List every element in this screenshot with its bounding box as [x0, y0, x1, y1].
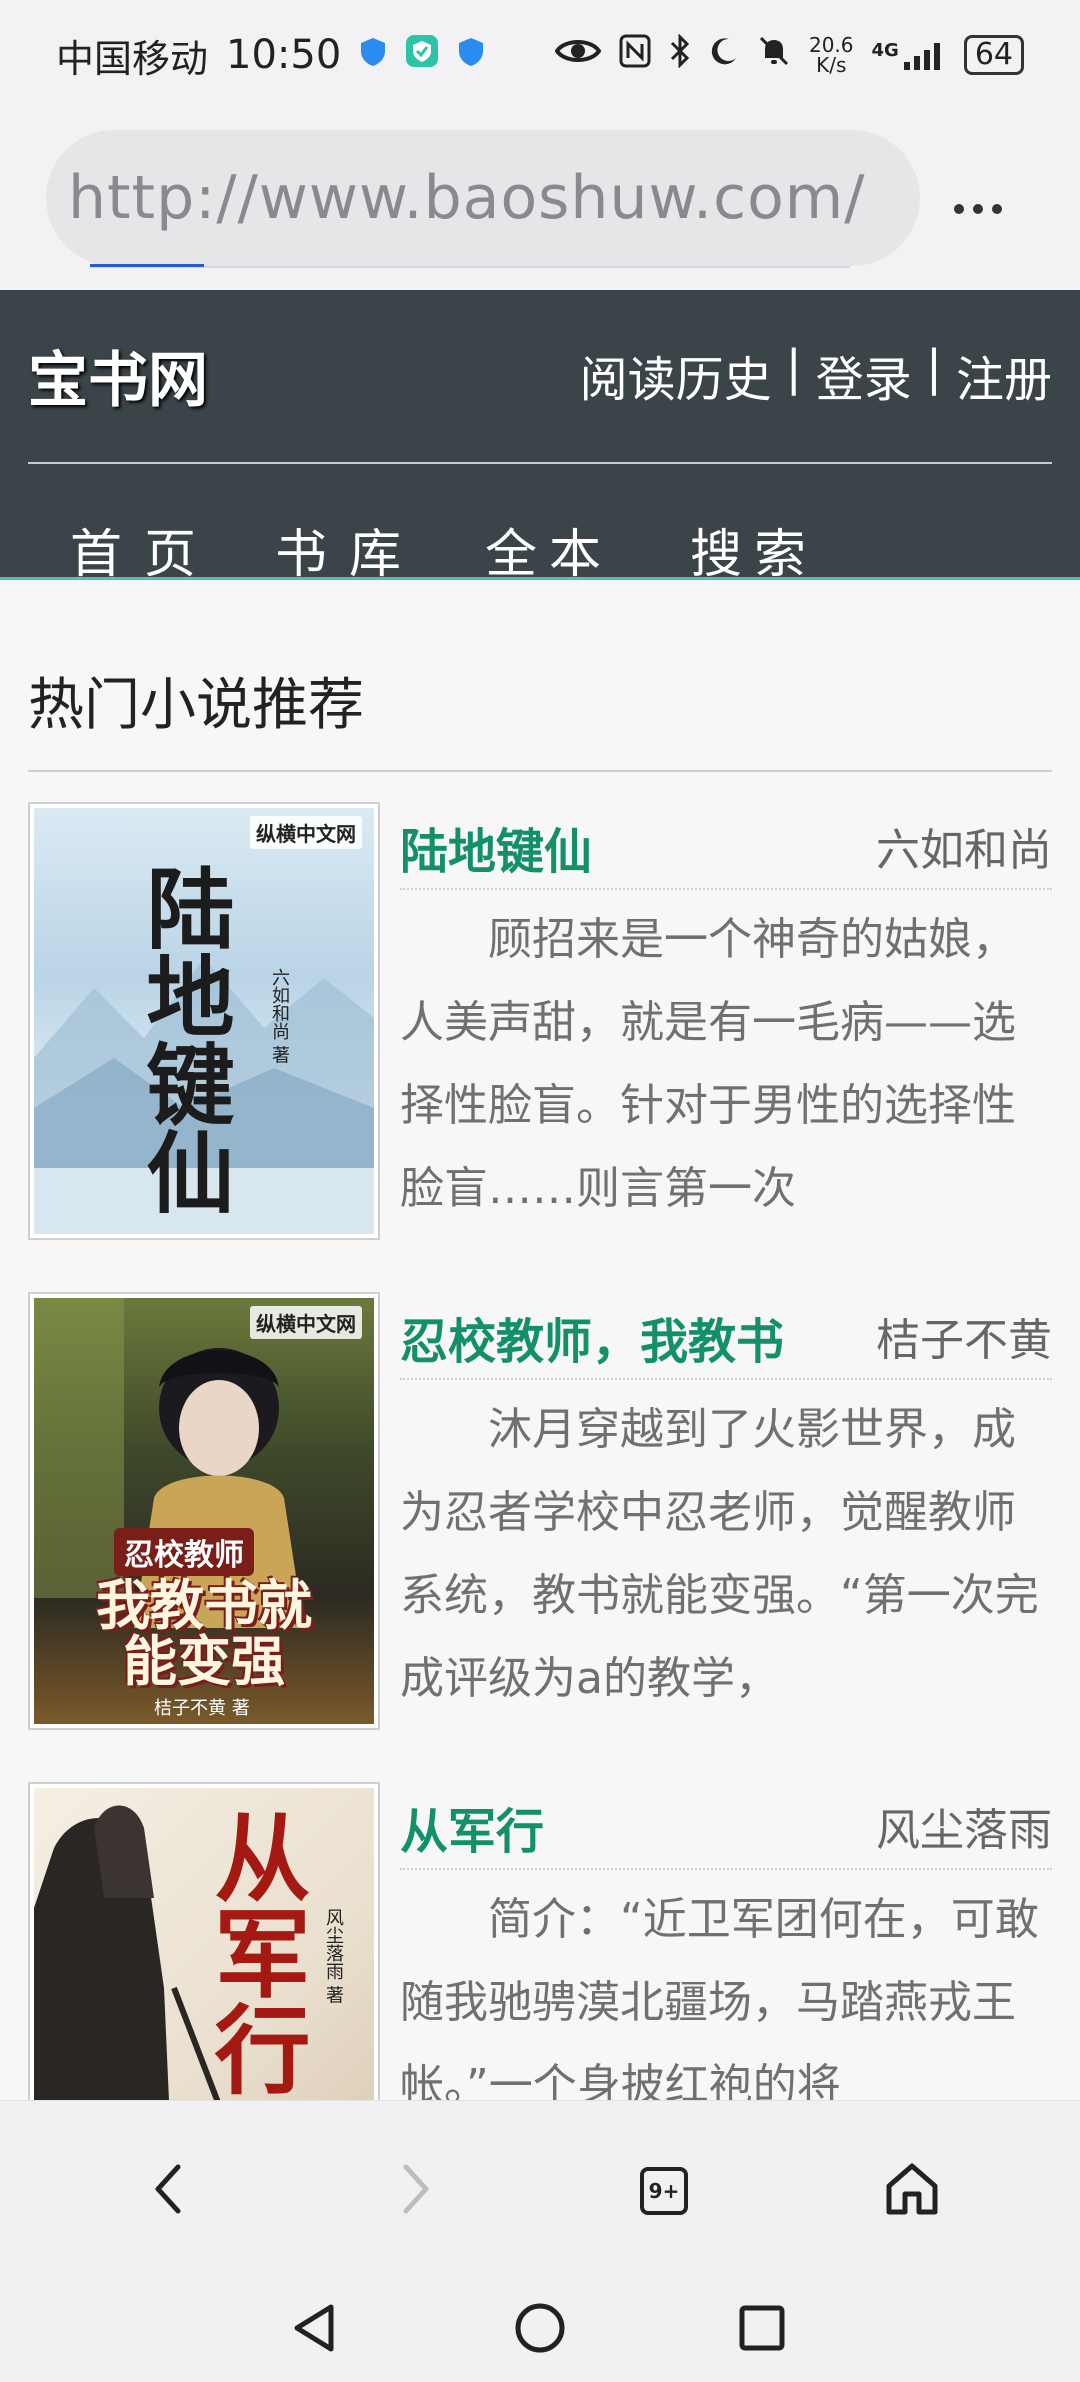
mute-bell-icon [757, 34, 791, 76]
system-home-button[interactable] [500, 2290, 580, 2370]
address-bar[interactable]: http://www.baoshuw.com/ [46, 130, 920, 266]
nav-home[interactable]: 首页 [70, 512, 275, 587]
status-right: 20.6 K/s 4G 64 [554, 33, 1024, 76]
tab-count: 9+ [640, 2167, 688, 2215]
browser-toolbar: 9+ [0, 2100, 1080, 2280]
nav-library[interactable]: 书库 [275, 512, 485, 587]
book-item: 从军行 风尘落雨 著 从军行 风尘落雨 简介：“近卫军团何在，可敢随我驰骋漠北疆… [28, 1782, 1052, 2100]
book-cover[interactable]: 纵横中文网 陆地键仙 六如和尚 著 [28, 802, 380, 1240]
security-shield-icon [359, 33, 387, 77]
main-content: 热门小说推荐 纵横中文网 陆地键仙 六如和尚 著 陆地键仙 六如和尚 顾招来是一… [0, 580, 1080, 2100]
security-shield-icon [457, 33, 485, 77]
battery-indicator: 64 [963, 35, 1024, 75]
cover-author: 桔子不黄 著 [154, 1698, 250, 1719]
main-nav: 首页 书库 全本 搜索 [70, 512, 818, 587]
link-separator: | [785, 340, 802, 396]
section-divider [28, 770, 1052, 772]
book-divider [400, 1378, 1052, 1380]
network-type: 4G [871, 40, 899, 61]
status-bar: 中国移动 10:50 20.6 K/s 4G 64 [0, 0, 1080, 110]
header-divider [28, 462, 1052, 464]
bluetooth-icon [669, 33, 691, 76]
signal-icon: 4G [872, 40, 946, 70]
more-menu-icon[interactable] [948, 172, 1008, 222]
net-speed-value: 20.6 [808, 33, 854, 57]
book-title[interactable]: 忍校教师，我教书 [400, 1302, 784, 1372]
app-check-icon [405, 33, 439, 77]
system-nav-bar [0, 2280, 1080, 2382]
book-author[interactable]: 六如和尚 [876, 814, 1052, 878]
cover-brand: 纵横中文网 [250, 1306, 362, 1339]
book-author[interactable]: 风尘落雨 [876, 1794, 1052, 1858]
nav-completed[interactable]: 全本 [485, 512, 690, 587]
book-author[interactable]: 桔子不黄 [876, 1304, 1052, 1368]
tabs-button[interactable]: 9+ [624, 2151, 704, 2231]
clock: 10:50 [226, 32, 342, 78]
system-recents-button[interactable] [722, 2290, 802, 2370]
url-text[interactable]: http://www.baoshuw.com/ [68, 163, 865, 233]
home-button[interactable] [872, 2151, 952, 2231]
cover-title: 从军行 [198, 1808, 311, 2096]
site-logo[interactable]: 宝书网 [28, 332, 208, 419]
section-title: 热门小说推荐 [28, 673, 364, 738]
chevron-left-icon [148, 2161, 188, 2221]
page-load-track [90, 266, 850, 268]
address-bar-container: http://www.baoshuw.com/ [46, 130, 920, 266]
book-divider [400, 1868, 1052, 1870]
circle-home-icon [513, 2301, 567, 2359]
eye-icon [554, 36, 602, 74]
site-header: 宝书网 阅读历史 | 登录 | 注册 首页 书库 全本 搜索 [0, 290, 1080, 585]
cover-author: 风尘落雨 著 [323, 1908, 344, 2004]
book-description: 顾招来是一个神奇的姑娘，人美声甜，就是有一毛病——选择性脸盲。针对于男性的选择性… [400, 914, 1016, 1214]
moon-icon [709, 36, 739, 74]
page-load-progress [90, 264, 204, 267]
status-left: 中国移动 10:50 [56, 28, 485, 83]
book-description: 沐月穿越到了火影世界，成为忍者学校中忍老师，觉醒教师系统，教书就能变强。“第一次… [400, 1404, 1039, 1704]
chevron-right-icon [396, 2161, 436, 2221]
link-separator: | [925, 340, 942, 396]
nfc-icon [619, 34, 651, 76]
book-item: 纵横中文网 忍校教师 我教书就能变强 桔子不黄 著 忍校教师，我教书 桔子不黄 … [28, 1292, 1052, 1732]
system-back-button[interactable] [274, 2290, 354, 2370]
back-button[interactable] [128, 2151, 208, 2231]
cover-title-main: 我教书就能变强 [96, 1574, 312, 1693]
book-cover[interactable]: 纵横中文网 忍校教师 我教书就能变强 桔子不黄 著 [28, 1292, 380, 1730]
cover-brand: 纵横中文网 [250, 816, 362, 849]
forward-button[interactable] [376, 2151, 456, 2231]
account-links: 阅读历史 | 登录 | 注册 [580, 340, 1052, 410]
book-item: 纵横中文网 陆地键仙 六如和尚 著 陆地键仙 六如和尚 顾招来是一个神奇的姑娘，… [28, 802, 1052, 1242]
book-title[interactable]: 从军行 [400, 1792, 544, 1862]
book-divider [400, 888, 1052, 890]
book-title[interactable]: 陆地键仙 [400, 812, 592, 882]
book-description: 简介：“近卫军团何在，可敢随我驰骋漠北疆场，马踏燕戎王帐。”一个身披红袍的将 [400, 1894, 1039, 2100]
book-cover[interactable]: 从军行 风尘落雨 著 [28, 1782, 380, 2100]
cover-title: 陆地键仙 [132, 863, 236, 1215]
triangle-back-icon [289, 2301, 339, 2359]
cover-title-top: 忍校教师 [114, 1528, 254, 1576]
nav-search[interactable]: 搜索 [690, 512, 818, 587]
cover-author: 六如和尚 著 [269, 968, 290, 1064]
login-link[interactable]: 登录 [816, 340, 912, 410]
carrier-name: 中国移动 [56, 36, 209, 81]
net-speed-unit: K/s [816, 53, 847, 77]
reading-history-link[interactable]: 阅读历史 [580, 340, 772, 410]
home-icon [883, 2160, 941, 2222]
register-link[interactable]: 注册 [956, 340, 1052, 410]
net-speed: 20.6 K/s [809, 35, 854, 75]
square-recents-icon [737, 2303, 787, 2357]
